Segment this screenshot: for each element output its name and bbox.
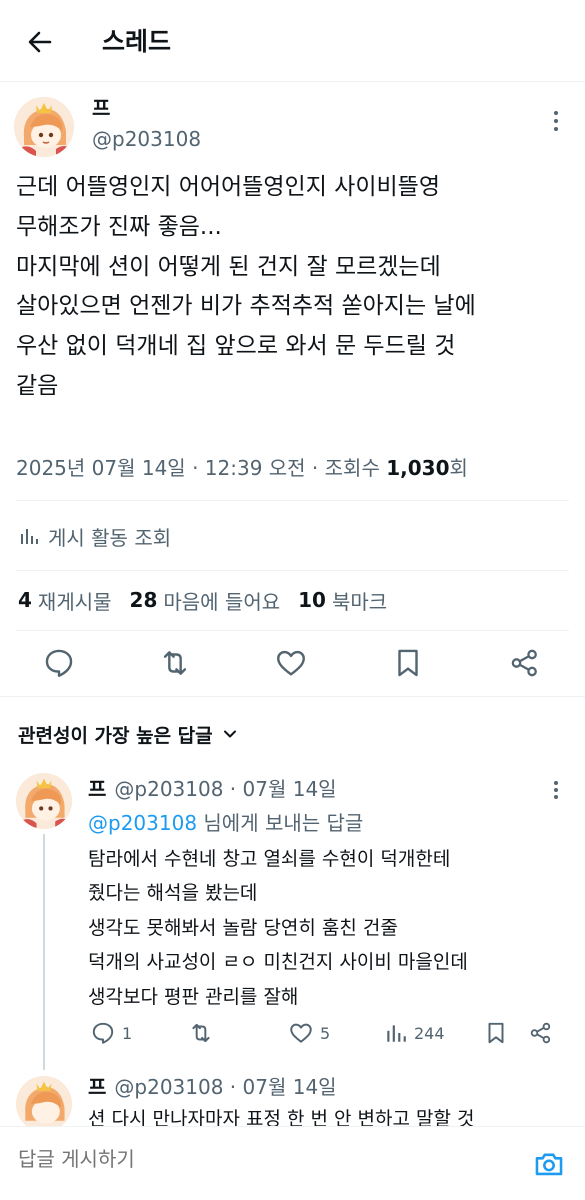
arrow-left-icon [28,31,52,53]
reply-header: 프 @p203108 · 07월 14일 [88,772,337,806]
repost-icon [163,651,187,675]
post-metadata: 2025년 07월 14일 · 12:39 오전 · 조회수 1,030회 [16,452,468,484]
bookmarks-stat[interactable]: 10 북마크 [298,586,387,615]
bookmark-button[interactable] [483,1019,509,1047]
post-action-bar [0,640,585,690]
engagement-stats: 4 재게시물 28 마음에 들어요 10 북마크 [18,583,405,617]
camera-icon [535,1153,563,1176]
mention-link[interactable]: @p203108 [88,811,197,835]
post-analytics-link[interactable]: 게시 활동 조회 [18,520,171,552]
reply-button[interactable] [42,646,76,680]
more-options-button[interactable] [548,778,564,802]
reply-handle-date[interactable]: @p203108 · 07월 14일 [114,1075,336,1099]
share-icon [511,649,537,677]
post-text-line: 같음 [16,372,59,399]
reply-text: 탐라에서 수현네 창고 열쇠를 수현이 덕개한테 줬다는 해석을 봤는데 생각도… [88,842,558,1014]
top-bar: 스레드 [0,0,585,82]
heart-icon [290,1023,312,1043]
stat-label: 재게시물 [37,589,112,614]
divider [16,500,569,501]
more-vertical-icon [554,111,558,131]
avatar[interactable] [16,773,72,829]
camera-button[interactable] [532,1147,566,1181]
chevron-down-icon [223,730,236,738]
post-text-line: 마지막에 션이 어떻게 된 건지 잘 모르겠는데 [16,253,441,280]
bookmark-button[interactable] [391,646,425,680]
reply-text-line: 덕개의 사교성이 ㄹㅇ 미친건지 사이비 마을인데 [88,951,468,974]
post-text: 근데 어뜰영인지 어어어뜰영인지 사이비뜰영 무해조가 진짜 좋음... 마지막… [16,168,571,407]
post-text-line: 무해조가 진짜 좋음... [16,213,222,240]
repost-button[interactable] [188,1019,214,1047]
replying-to-label: 님에게 보내는 답글 [197,811,364,835]
view-count-suffix: 회 [449,456,468,480]
replies-sort-label: 관련성이 가장 높은 답글 [18,724,213,747]
more-vertical-icon [554,781,558,799]
view-count: 244 [414,1023,445,1043]
author-name[interactable]: 프 [92,95,110,121]
reply-input[interactable] [18,1147,498,1171]
repost-icon [192,1023,210,1043]
reply-icon [92,1022,114,1044]
divider [16,570,569,571]
like-button[interactable] [274,646,308,680]
share-button[interactable] [508,646,542,680]
post-timestamp[interactable]: 2025년 07월 14일 · 12:39 오전 · 조회수 [16,456,386,480]
reply-header: 프 @p203108 · 07월 14일 [88,1070,337,1104]
stat-count: 4 [18,588,32,612]
reply-action-bar: 1 5 244 [88,1016,568,1050]
thread-connector-line [43,834,45,1070]
bookmark-icon [488,1022,504,1044]
analytics-icon [21,529,38,544]
bookmark-icon [398,649,418,677]
stat-count: 10 [298,588,326,612]
more-options-button[interactable] [548,108,564,134]
views-button[interactable]: 244 [384,1019,445,1047]
divider [16,630,569,631]
reply-text-line: 줬다는 해석을 봤는데 [88,882,258,905]
reply-count: 1 [122,1023,133,1043]
reply-author-name[interactable]: 프 [88,1075,106,1099]
stat-label: 마음에 들어요 [163,589,281,614]
post-text-line: 근데 어뜰영인지 어어어뜰영인지 사이비뜰영 [16,174,440,200]
analytics-label: 게시 활동 조회 [48,525,172,550]
avatar-illustration [16,773,72,829]
avatar[interactable] [14,97,74,157]
analytics-icon [387,1025,406,1042]
replies-sort-dropdown[interactable]: 관련성이 가장 높은 답글 [18,718,239,750]
reply-text-line: 탐라에서 수현네 창고 열쇠를 수현이 덕개한테 [88,848,451,870]
avatar[interactable] [16,1076,72,1132]
share-icon [530,1022,551,1044]
divider [0,696,585,697]
reply-text-line: 생각도 못해봐서 놀람 당연히 훔친 건줄 [88,916,398,939]
stat-count: 28 [129,588,158,612]
reply-author-name[interactable]: 프 [88,777,106,801]
avatar-illustration [14,97,74,157]
view-count: 1,030 [386,456,450,480]
repost-button[interactable] [158,646,192,680]
reply-text-line: 생각보다 평판 관리를 잘해 [88,985,299,1008]
reply-button[interactable]: 1 [90,1019,132,1047]
replying-to: @p203108 님에게 보내는 답글 [88,808,363,838]
back-button[interactable] [22,24,58,60]
author-handle[interactable]: @p203108 [92,124,201,154]
post-text-line: 살아있으면 언젠가 비가 추적추적 쏟아지는 날에 [16,293,476,320]
avatar-illustration [16,1076,72,1132]
page-title: 스레드 [102,27,172,56]
reply-composer [0,1126,585,1200]
share-button[interactable] [528,1019,554,1047]
reposts-stat[interactable]: 4 재게시물 [18,586,112,615]
post-text-line: 우산 없이 덕개네 집 앞으로 와서 문 두드릴 것 [16,333,456,360]
like-count: 5 [320,1023,331,1043]
heart-icon [277,650,305,676]
reply-icon [45,649,73,677]
stat-label: 북마크 [331,589,388,614]
like-button[interactable]: 5 [288,1019,330,1047]
likes-stat[interactable]: 28 마음에 들어요 [130,586,281,615]
reply-handle-date[interactable]: @p203108 · 07월 14일 [114,777,336,801]
